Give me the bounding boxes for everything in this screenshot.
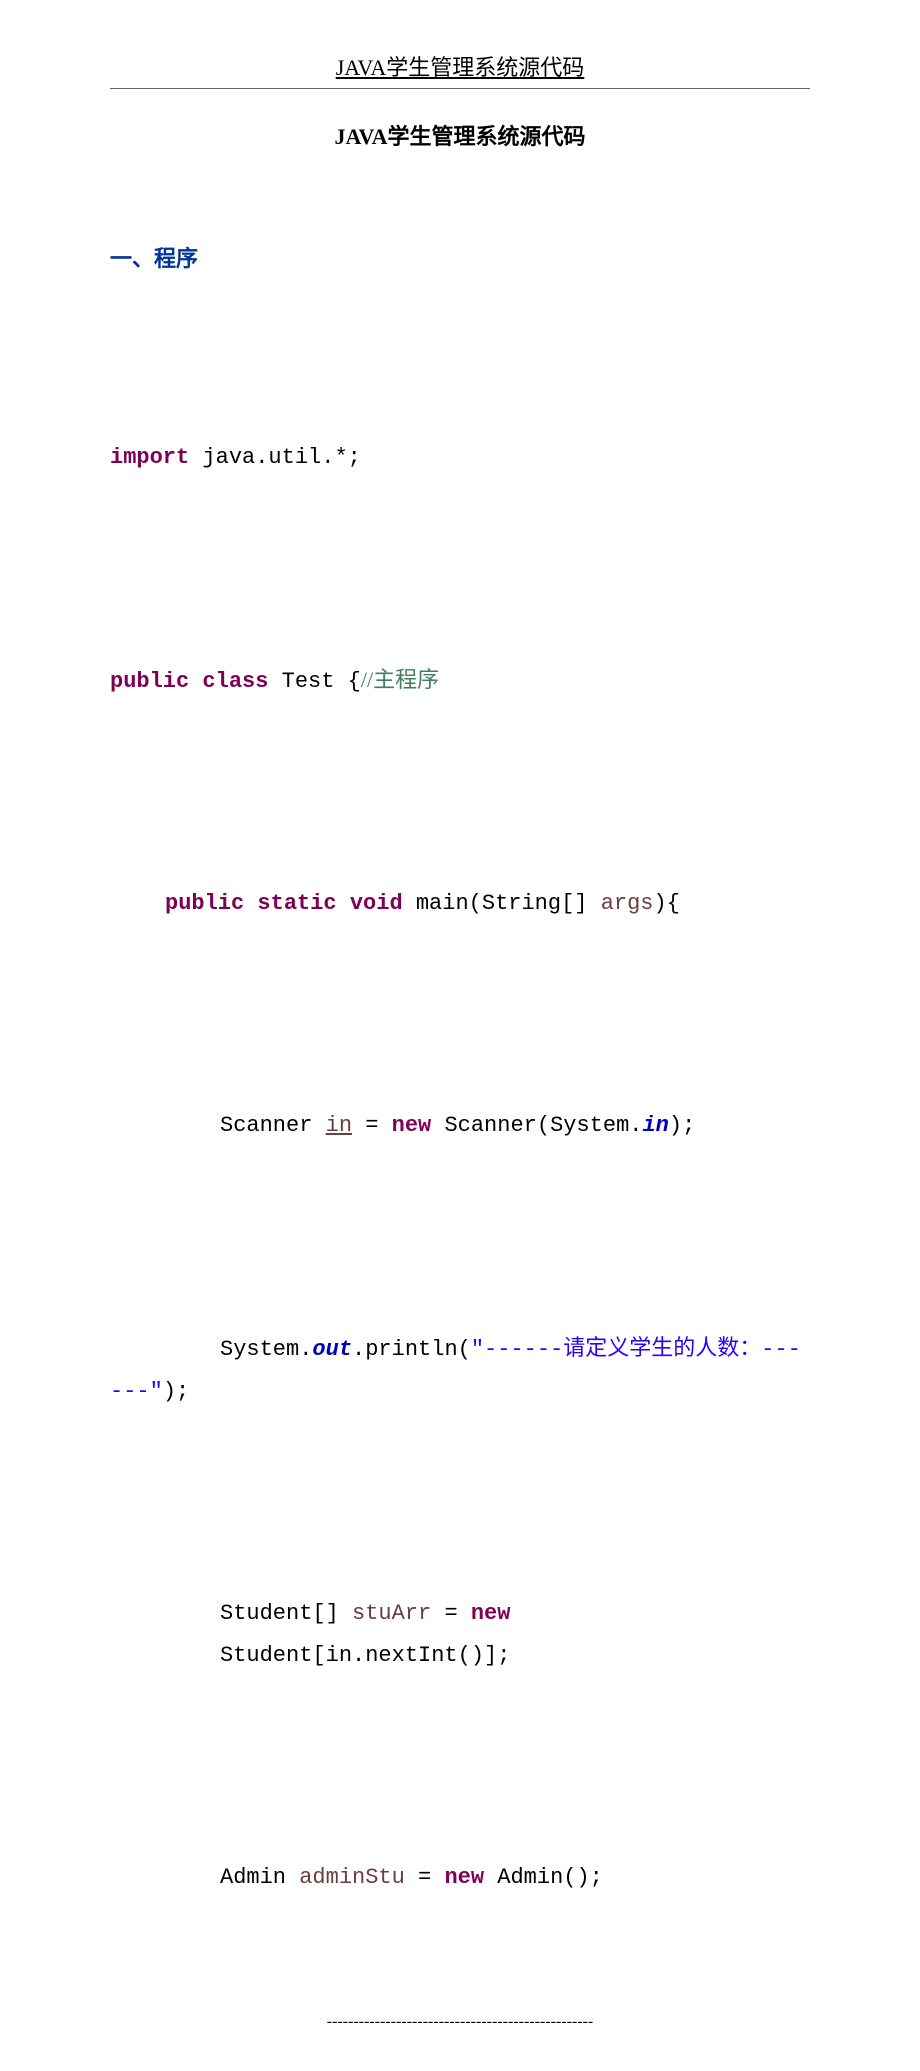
admin-eq: = [405,1865,445,1890]
scanner-ctor: Scanner(System. [431,1113,642,1138]
keyword-public2: public [165,891,244,916]
section-heading: 一、程序 [110,241,810,273]
student-line: Student[] stuArr = new Student[in.nextIn… [110,1593,810,1677]
println-end: ); [163,1379,189,1404]
class-decl: public class Test {//主程序 [110,659,810,703]
class-name: Test { [268,669,360,694]
field-in: in [642,1113,668,1138]
scanner-end: ); [669,1113,695,1138]
student-eq: = [431,1601,471,1626]
string-cn: 请定义学生的人数： [563,1335,761,1360]
keyword-new2: new [471,1601,511,1626]
keyword-class: class [202,669,268,694]
keyword-new: new [392,1113,432,1138]
student-var: stuArr [352,1601,431,1626]
keyword-void: void [350,891,403,916]
comment-main: //主程序 [361,667,439,692]
page: JAVA学生管理系统源代码 JAVA学生管理系统源代码 一、程序 import … [0,0,920,2071]
document-title: JAVA学生管理系统源代码 [110,119,810,151]
method-name: main(String[] [403,891,601,916]
keyword-new3: new [444,1865,484,1890]
scanner-line: Scanner in = new Scanner(System.in); [110,1105,810,1147]
param-args: args [601,891,654,916]
admin-type: Admin [220,1865,299,1890]
admin-var: adminStu [299,1865,405,1890]
string-dash1: "------ [471,1337,563,1362]
page-footer: ----------------------------------------… [110,2013,810,2031]
system-part: System. [220,1337,312,1362]
header-rule [110,88,810,89]
println-part: .println( [352,1337,471,1362]
field-out: out [312,1337,352,1362]
page-header: JAVA学生管理系统源代码 [110,50,810,82]
scanner-type: Scanner [220,1113,326,1138]
println-line: System.out.println("------请定义学生的人数：-----… [110,1327,810,1413]
method-decl: public static void main(String[] args){ [110,883,810,925]
scanner-var: in [326,1113,352,1138]
student-type: Student[] [220,1601,352,1626]
keyword-import: import [110,445,189,470]
import-target: java.util.*; [189,445,361,470]
code-block: import java.util.*; public class Test {/… [110,353,810,1983]
import-line: import java.util.*; [110,437,810,479]
scanner-eq: = [352,1113,392,1138]
keyword-static: static [257,891,336,916]
method-close: ){ [654,891,680,916]
keyword-public: public [110,669,189,694]
admin-rest: Admin(); [484,1865,603,1890]
admin-line: Admin adminStu = new Admin(); [110,1857,810,1899]
